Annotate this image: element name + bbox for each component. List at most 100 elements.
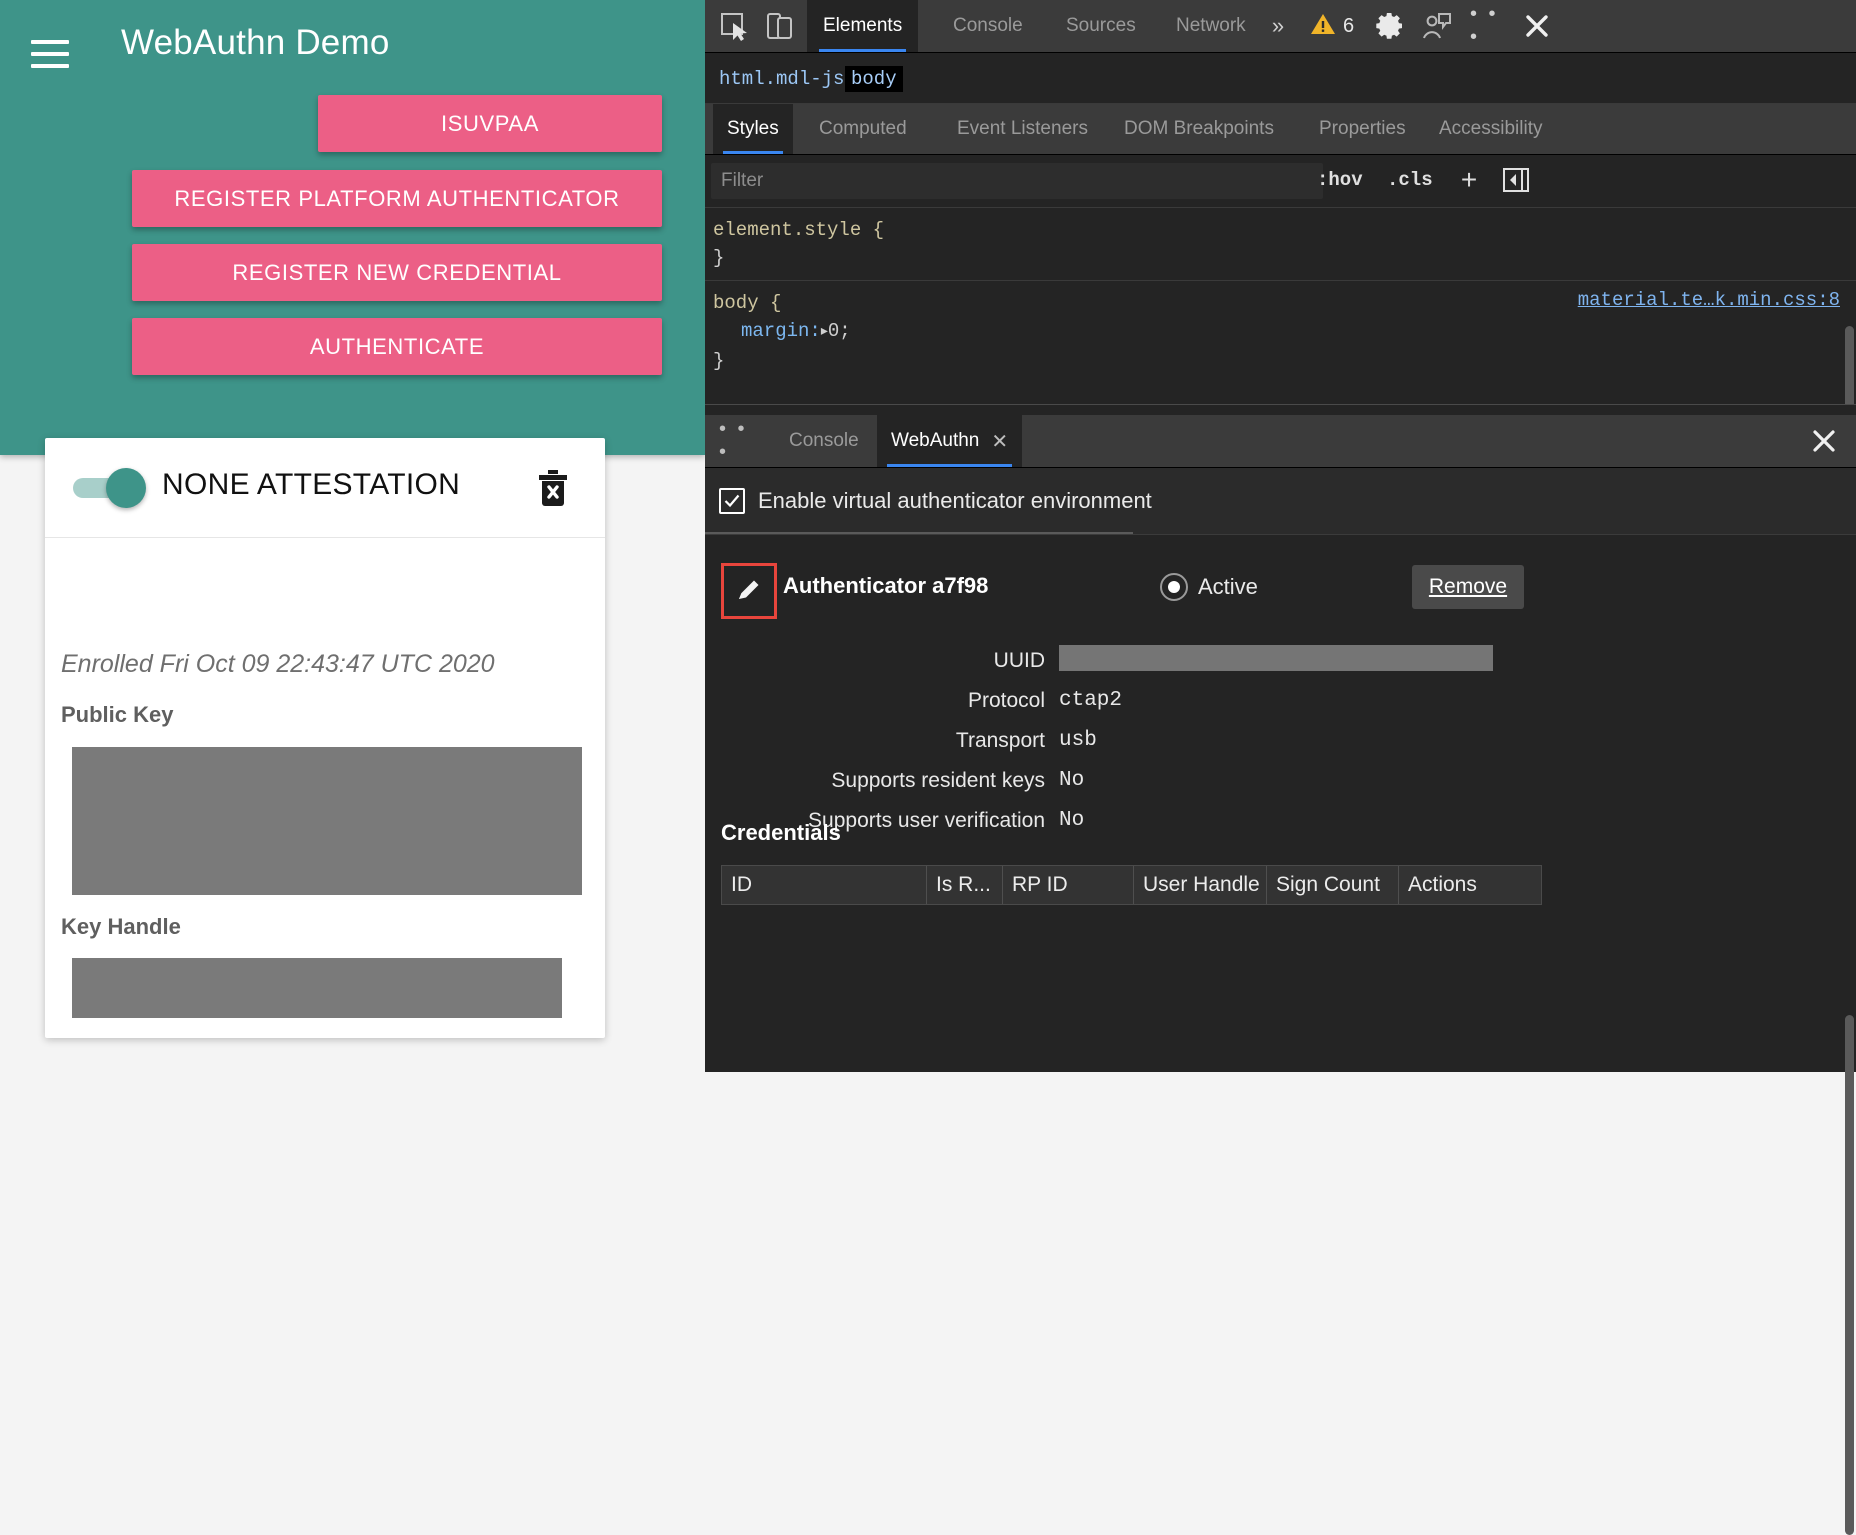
inspect-element-icon[interactable]	[718, 10, 752, 42]
devtools-drawer: • • • Console WebAuthn ✕ Enable virtual …	[705, 415, 1856, 1535]
key-handle-label: Key Handle	[61, 914, 181, 939]
property-row: Supports resident keys No	[705, 765, 1856, 805]
isuvpaa-button[interactable]: ISUVPAA	[318, 95, 662, 152]
property-row: Transport usb	[705, 725, 1856, 765]
expand-arrow-icon[interactable]: ▸	[821, 318, 828, 346]
drawer-tabs: • • • Console WebAuthn ✕	[705, 415, 1856, 468]
close-drawer-icon[interactable]	[1808, 425, 1840, 457]
property-value: No	[1059, 769, 1085, 792]
settings-gear-icon[interactable]	[1373, 9, 1407, 43]
warning-count: 6	[1343, 15, 1355, 37]
more-options-icon[interactable]: • • •	[1470, 3, 1504, 48]
devtools-toolbar: Elements Console Sources Network » 6 • •…	[705, 0, 1856, 53]
rule-source-link[interactable]: material.te…k.min.css:8	[1578, 289, 1840, 311]
property-row: Supports user verification No	[705, 805, 1856, 845]
styles-rules-pane: element.style { } body { material.te…k.m…	[705, 208, 1856, 586]
property-label: Protocol	[967, 689, 1045, 712]
style-rule-element-style[interactable]: element.style { }	[705, 208, 1856, 280]
screen: WebAuthn Demo ISUVPAA REGISTER PLATFORM …	[0, 0, 1856, 1535]
feedback-person-icon[interactable]	[1420, 10, 1454, 42]
drawer-resize-handle[interactable]	[705, 404, 1856, 415]
column-header-id[interactable]: ID	[722, 866, 927, 904]
remove-authenticator-button[interactable]: Remove	[1412, 565, 1524, 609]
credentials-title: Credentials	[721, 820, 841, 845]
credential-card-body: Enrolled Fri Oct 09 22:43:47 UTC 2020 Pu…	[45, 538, 605, 1038]
attestation-toggle[interactable]	[73, 468, 147, 508]
drawer-tab-webauthn[interactable]: WebAuthn ✕	[877, 415, 1023, 467]
hamburger-menu-icon[interactable]	[31, 40, 69, 68]
tab-event-listeners[interactable]: Event Listeners	[943, 104, 1102, 154]
column-header-user-handle[interactable]: User Handle	[1134, 866, 1267, 904]
edit-pencil-icon[interactable]	[721, 563, 777, 619]
authenticator-active-radio[interactable]: Active	[1160, 573, 1258, 601]
property-label: Supports resident keys	[831, 769, 1045, 792]
styles-sidebar-tabs: Styles Computed Event Listeners DOM Brea…	[705, 104, 1856, 155]
tab-accessibility[interactable]: Accessibility	[1425, 104, 1556, 154]
style-rule-body[interactable]: body { material.te…k.min.css:8 margin:▸0…	[705, 280, 1856, 383]
declaration-value[interactable]: 0;	[828, 320, 851, 342]
page-header: WebAuthn Demo ISUVPAA REGISTER PLATFORM …	[0, 0, 705, 455]
toggle-knob	[106, 468, 146, 508]
authenticator-properties: UUID Protocol ctap2 Transport usb Suppor…	[705, 645, 1856, 845]
cls-toggle[interactable]: .cls	[1387, 169, 1433, 191]
tab-dom-breakpoints[interactable]: DOM Breakpoints	[1110, 104, 1288, 154]
tab-console[interactable]: Console	[937, 0, 1039, 52]
close-tab-icon[interactable]: ✕	[991, 429, 1008, 454]
column-header-actions[interactable]: Actions	[1399, 866, 1539, 904]
rule-selector: element.style {	[713, 219, 885, 241]
tab-sources[interactable]: Sources	[1050, 0, 1152, 52]
property-value: ctap2	[1059, 689, 1123, 712]
tab-network[interactable]: Network	[1160, 0, 1262, 52]
authenticator-header: Authenticator a7f98 Active Remove	[705, 563, 1856, 621]
table-header-row: ID Is R... RP ID User Handle Sign Count …	[722, 866, 1541, 904]
drawer-tab-label: Console	[789, 430, 859, 451]
column-header-sign-count[interactable]: Sign Count	[1267, 866, 1399, 904]
styles-filter-bar: :hov .cls +	[705, 155, 1856, 208]
radio-icon	[1160, 573, 1188, 601]
styles-filter-input[interactable]	[711, 163, 1323, 199]
breadcrumb-item-body[interactable]: body	[845, 66, 903, 92]
more-tabs-chevron-icon[interactable]: »	[1263, 10, 1293, 42]
rule-close-brace: }	[713, 350, 725, 372]
close-devtools-icon[interactable]	[1520, 9, 1554, 43]
credential-card-header: NONE ATTESTATION	[45, 438, 605, 538]
tab-styles[interactable]: Styles	[713, 104, 793, 154]
toggle-sidebar-icon[interactable]	[1501, 166, 1531, 194]
authenticate-button[interactable]: AUTHENTICATE	[132, 318, 662, 375]
tab-properties[interactable]: Properties	[1305, 104, 1420, 154]
property-value: usb	[1059, 729, 1097, 752]
webauthn-scrollbar[interactable]	[1845, 1015, 1854, 1535]
tab-computed[interactable]: Computed	[805, 104, 921, 154]
property-row: UUID	[705, 645, 1856, 685]
breadcrumb-item-html[interactable]: html.mdl-js	[713, 66, 850, 92]
credentials-table: ID Is R... RP ID User Handle Sign Count …	[721, 865, 1542, 905]
drawer-tab-console[interactable]: Console	[775, 415, 873, 467]
declaration-property[interactable]: margin:	[741, 320, 821, 342]
property-value-uuid	[1059, 645, 1493, 671]
drawer-tab-label: WebAuthn	[891, 430, 980, 451]
new-style-rule-button[interactable]: +	[1453, 164, 1485, 196]
authenticator-name: Authenticator a7f98	[783, 573, 989, 598]
warning-triangle-icon	[1310, 12, 1336, 41]
trash-delete-icon[interactable]	[538, 470, 568, 506]
drawer-more-icon[interactable]: • • •	[719, 418, 755, 463]
credential-card: NONE ATTESTATION Enrolled Fri Oct 09 22:…	[45, 438, 605, 1038]
enrolled-timestamp: Enrolled Fri Oct 09 22:43:47 UTC 2020	[61, 650, 495, 678]
webauthn-demo-page: WebAuthn Demo ISUVPAA REGISTER PLATFORM …	[0, 0, 705, 1072]
enable-virtual-authenticator-row[interactable]: Enable virtual authenticator environment	[705, 468, 1856, 535]
column-header-rp-id[interactable]: RP ID	[1003, 866, 1134, 904]
webauthn-body: Authenticator a7f98 Active Remove UUID P…	[705, 535, 1856, 1535]
column-header-is-resident[interactable]: Is R...	[927, 866, 1003, 904]
tab-elements[interactable]: Elements	[807, 0, 919, 52]
device-toolbar-icon[interactable]	[763, 10, 797, 42]
register-new-credential-button[interactable]: REGISTER NEW CREDENTIAL	[132, 244, 662, 301]
public-key-label: Public Key	[61, 702, 174, 727]
warning-indicator[interactable]: 6	[1310, 12, 1354, 41]
breadcrumb: html.mdl-js body	[705, 53, 1856, 104]
hov-toggle[interactable]: :hov	[1317, 169, 1363, 191]
enable-virtual-authenticator-checkbox[interactable]	[719, 488, 745, 514]
register-platform-authenticator-button[interactable]: REGISTER PLATFORM AUTHENTICATOR	[132, 170, 662, 227]
property-label: UUID	[993, 649, 1045, 672]
property-row: Protocol ctap2	[705, 685, 1856, 725]
enable-virtual-authenticator-label: Enable virtual authenticator environment	[758, 488, 1152, 513]
